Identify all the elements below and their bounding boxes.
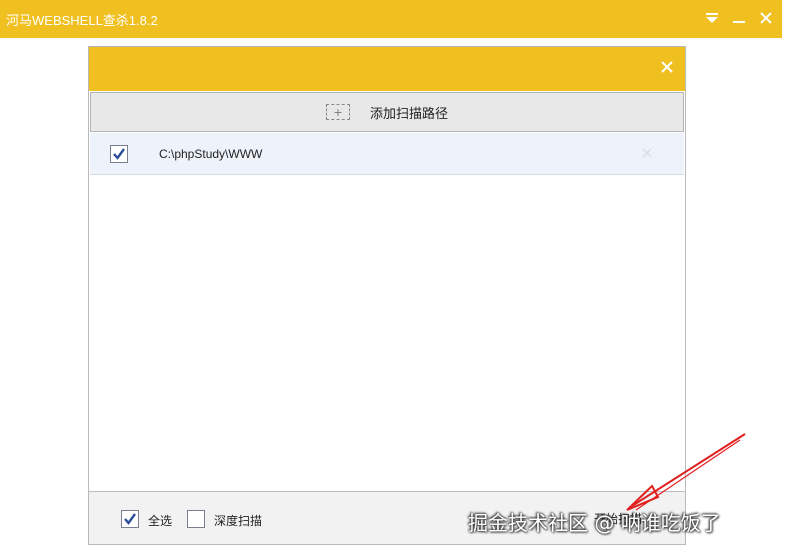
select-all-label: 全选 — [148, 514, 173, 528]
close-icon — [760, 12, 772, 24]
scan-path-dialog: + 添加扫描路径 C:\phpStudy\WWW 全选 深度扫描 开始扫描 — [88, 46, 686, 545]
plus-icon: + — [325, 104, 350, 120]
remove-path-button[interactable] — [640, 146, 654, 160]
scan-path-list: C:\phpStudy\WWW — [90, 133, 684, 491]
deep-scan-checkbox[interactable] — [187, 510, 205, 528]
add-scan-path-label: 添加扫描路径 — [369, 106, 448, 122]
menu-button[interactable] — [702, 8, 722, 28]
close-icon — [661, 61, 673, 73]
chevron-down-icon — [706, 13, 718, 23]
path-list-item[interactable]: C:\phpStudy\WWW — [90, 133, 684, 175]
close-icon — [642, 148, 652, 158]
check-icon — [124, 513, 136, 525]
select-all-checkbox[interactable] — [121, 510, 139, 528]
app-window: 河马WEBSHELL查杀1.8.2 + 添加扫描路径 C:\phpStudy\W… — [0, 0, 791, 553]
path-text: C:\phpStudy\WWW — [159, 147, 263, 161]
dialog-header[interactable] — [89, 47, 685, 91]
path-checkbox[interactable] — [110, 145, 128, 163]
title-bar[interactable]: 河马WEBSHELL查杀1.8.2 — [0, 0, 782, 38]
add-scan-path-button[interactable]: + 添加扫描路径 — [90, 92, 684, 132]
check-icon — [113, 148, 125, 160]
dialog-footer: 全选 深度扫描 开始扫描 — [89, 491, 685, 544]
window-edge — [782, 0, 791, 553]
deep-scan-label: 深度扫描 — [214, 514, 263, 528]
dialog-close-button[interactable] — [657, 57, 677, 77]
minimize-button[interactable] — [729, 8, 749, 28]
minimize-icon — [733, 21, 745, 23]
start-scan-button[interactable]: 开始扫描 — [594, 510, 642, 527]
close-button[interactable] — [756, 8, 776, 28]
window-title: 河马WEBSHELL查杀1.8.2 — [6, 13, 158, 28]
